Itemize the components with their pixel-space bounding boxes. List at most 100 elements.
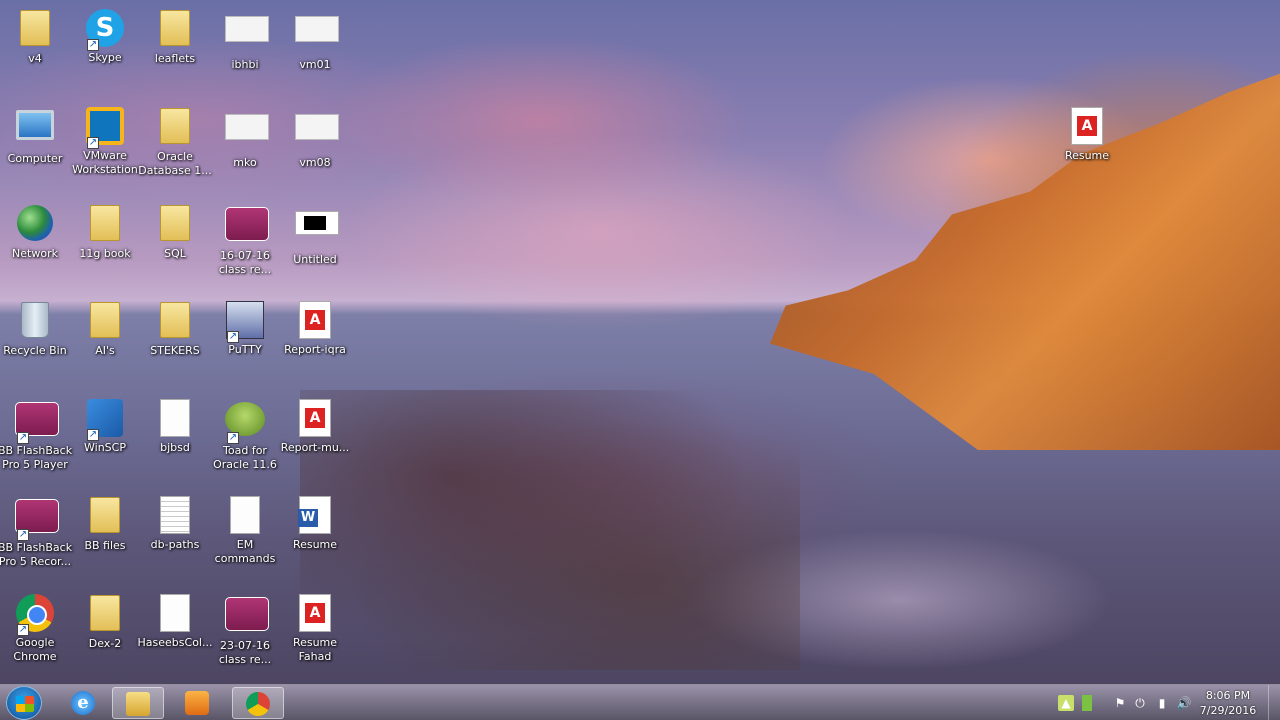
taskbar: e ▲ ⚑ ⏻ ▮ 🔊 8:06 PM 7/29/2016 [0,684,1280,720]
folder-icon [85,302,125,342]
desktop-icon-label: VMware Workstation [72,149,138,176]
clock-date: 7/29/2016 [1199,704,1257,717]
desktop-icon-toad[interactable]: ↗ Toad for Oracle 11.6 [207,398,283,472]
wallpaper-rocks [300,390,800,670]
taskbar-google-chrome[interactable] [232,687,284,719]
desktop-icon-v4[interactable]: v4 [0,8,73,66]
desktop-icon-bjbsd[interactable]: bjbsd [137,398,213,455]
desktop-icon-label: BB files [84,539,126,552]
desktop-icon-dex-2[interactable]: Dex-2 [67,593,143,651]
desktop-icon-label: STEKERS [150,344,200,357]
desktop-icon-class-recording-16-07-16[interactable]: 16-07-16 class re... [207,203,283,277]
shortcut-arrow-icon: ↗ [87,137,99,149]
desktop-icon-winscp[interactable]: ↗ WinSCP [67,398,143,455]
desktop-icon-putty[interactable]: ↗ PuTTY [207,300,283,357]
desktop-icon-db-paths[interactable]: db-paths [137,495,213,552]
desktop-icon-label: Report-iqra [284,343,346,356]
desktop-icon-untitled[interactable]: Untitled [277,203,353,267]
media-player-icon [185,691,209,715]
desktop-icon-ibhbi[interactable]: ibhbi [207,8,283,72]
blank-document-icon [155,399,195,439]
show-hidden-icons-icon[interactable]: ▲ [1058,695,1074,711]
image-thumbnail-icon [225,16,269,56]
show-desktop-button[interactable] [1268,685,1280,720]
pdf-document-icon [295,399,335,439]
desktop-icon-report-mu[interactable]: Report-mu... [277,398,353,455]
shortcut-arrow-icon: ↗ [87,429,99,441]
desktop-icon-bb-flashback-recorder[interactable]: ↗ BB FlashBack Pro 5 Recor... [0,495,73,569]
battery-icon[interactable] [1082,695,1092,711]
putty-icon: ↗ [225,301,265,343]
pdf-document-icon [295,594,335,634]
image-thumbnail-icon [295,16,339,56]
shortcut-arrow-icon: ↗ [17,432,29,444]
desktop-icon-sql[interactable]: SQL [137,203,213,261]
desktop-icon-oracle-database[interactable]: Oracle Database 1... [137,106,213,178]
computer-icon [15,110,55,150]
desktop-icon-resume-pdf[interactable]: Resume [1049,106,1125,163]
taskbar-windows-explorer[interactable] [112,687,164,719]
desktop-icon-resume-word[interactable]: Resume [277,495,353,552]
desktop-icon-label: 11g book [79,247,131,260]
shortcut-arrow-icon: ↗ [227,432,239,444]
power-plug-icon[interactable]: ⏻ [1132,695,1148,711]
speaker-volume-icon[interactable]: 🔊 [1176,695,1192,711]
network-signal-icon[interactable]: ▮ [1154,695,1170,711]
network-globe-icon [15,205,55,245]
desktop-icon-label: Skype [88,51,122,64]
taskbar-clock[interactable]: 8:06 PM 7/29/2016 [1196,688,1260,718]
taskbar-internet-explorer[interactable]: e [58,687,110,719]
folder-icon [85,595,125,635]
desktop-icon-class-recording-23-07-16[interactable]: 23-07-16 class re... [207,593,283,667]
folder-icon [155,205,195,245]
image-thumbnail-icon [295,211,339,251]
desktop-icon-skype[interactable]: S ↗ Skype [67,8,143,65]
desktop-icon-label: Oracle Database 1... [138,150,212,177]
taskbar-media-player[interactable] [172,687,224,719]
blank-document-icon [225,496,265,536]
skype-icon: S ↗ [85,9,125,51]
folder-icon [85,205,125,245]
desktop-icon-stekers[interactable]: STEKERS [137,300,213,358]
desktop-icon-vmware[interactable]: ↗ VMware Workstation [67,106,143,177]
desktop-icon-label: Resume Fahad [292,636,338,663]
recycle-bin-icon [15,302,55,342]
desktop-icon-google-chrome[interactable]: ↗ Google Chrome [0,593,73,664]
shortcut-arrow-icon: ↗ [87,39,99,51]
desktop-icon-mko[interactable]: mko [207,106,283,170]
system-tray: ▲ ⚑ ⏻ ▮ 🔊 [1050,685,1200,720]
desktop-icon-label: BB FlashBack Pro 5 Recor... [0,541,73,568]
start-button[interactable] [6,686,42,720]
image-thumbnail-icon [225,114,269,154]
desktop-icon-bb-flashback-player[interactable]: ↗ BB FlashBack Pro 5 Player [0,398,73,472]
desktop-icon-resume-fahad[interactable]: Resume Fahad [277,593,353,664]
desktop-icon-bb-files[interactable]: BB files [67,495,143,553]
desktop-icon-label: Google Chrome [13,636,57,663]
windows-explorer-icon [126,692,150,716]
desktop-icon-label: vm01 [299,58,331,71]
shortcut-arrow-icon: ↗ [17,529,29,541]
desktop-icon-11g-book[interactable]: 11g book [67,203,143,261]
desktop-icon-report-iqra[interactable]: Report-iqra [277,300,353,357]
desktop-icon-label: Network [12,247,58,260]
desktop-icon-label: Resume [292,538,338,551]
desktop-icon-em-commands[interactable]: EM commands [207,495,283,566]
desktop-icon-label: Untitled [293,253,337,266]
desktop-icon-ais[interactable]: AI's [67,300,143,358]
flashback-player-icon: ↗ [15,402,59,444]
desktop-icon-leaflets[interactable]: leaflets [137,8,213,66]
desktop-icon-haseebscol[interactable]: HaseebsCol... [137,593,213,650]
shortcut-arrow-icon: ↗ [17,624,29,636]
desktop-icon-label: Report-mu... [280,441,350,454]
desktop-icon-label: AI's [95,344,115,357]
clock-time: 8:06 PM [1205,689,1251,702]
desktop-icon-label: Computer [7,152,63,165]
desktop-icon-recycle-bin[interactable]: Recycle Bin [0,300,73,358]
action-center-flag-icon[interactable]: ⚑ [1112,695,1128,711]
desktop-icon-label: db-paths [150,538,200,551]
desktop-icon-network[interactable]: Network [0,203,73,261]
desktop-icon-vm08[interactable]: vm08 [277,106,353,170]
desktop-icon-label: vm08 [299,156,331,169]
desktop-icon-computer[interactable]: Computer [0,106,73,166]
desktop-icon-vm01[interactable]: vm01 [277,8,353,72]
